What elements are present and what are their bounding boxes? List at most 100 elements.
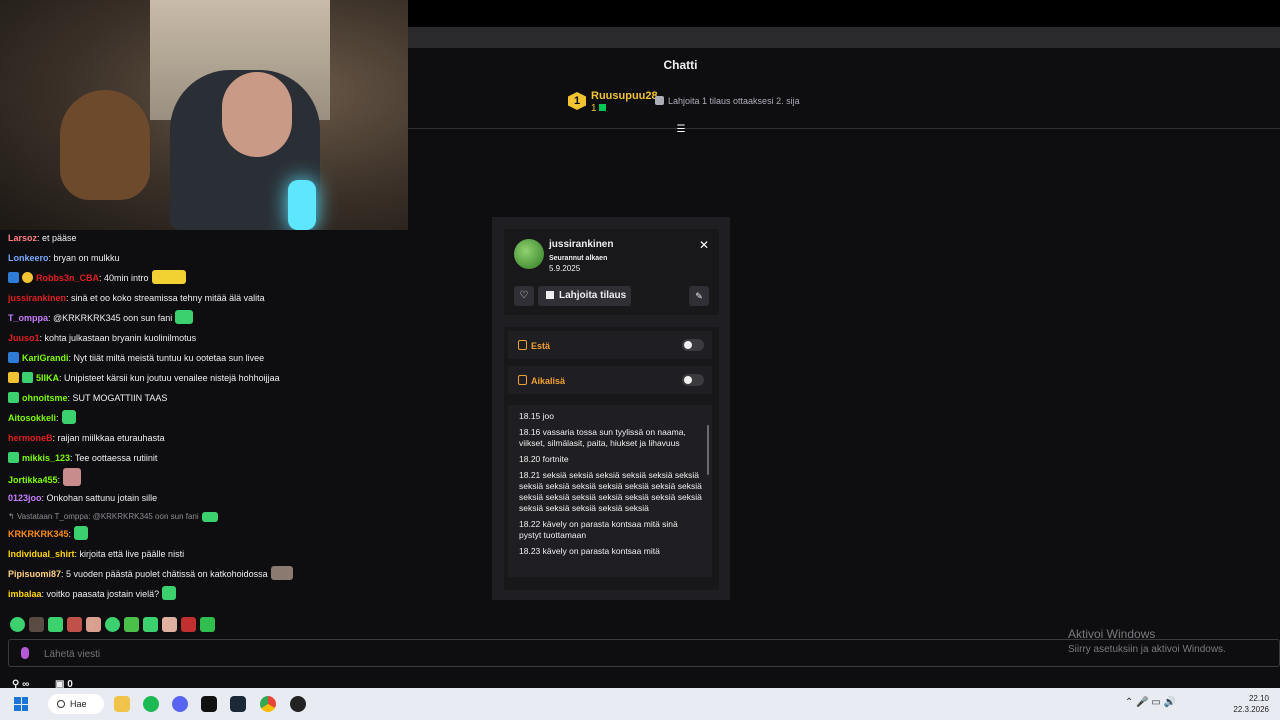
- system-tray[interactable]: ⌃ 🎤 ▭ 🔊: [1125, 697, 1176, 708]
- timeout-toggle[interactable]: [682, 374, 704, 386]
- chat-text: : Unipisteet kärsii kun joutuu venailee …: [59, 373, 280, 383]
- chat-reply-context: ↰ Vastataan T_omppa: @KRKRKRK345 oon sun…: [8, 508, 403, 524]
- chat-text: : kirjoita että live päälle nisti: [74, 549, 185, 559]
- edit-icon[interactable]: ✎: [689, 286, 709, 306]
- chat-text: : voitko paasata jostain vielä?: [41, 589, 160, 599]
- chat-username[interactable]: Lonkeero: [8, 253, 49, 263]
- chat-message[interactable]: Lonkeero: bryan on mulkku: [8, 248, 403, 268]
- chat-username[interactable]: Juuso1: [8, 333, 40, 343]
- chat-text: : Tee oottaessa rutiinit: [70, 453, 158, 463]
- taskbar-search[interactable]: Hae: [48, 694, 104, 714]
- emote-icon[interactable]: [86, 617, 101, 632]
- coin-badge-icon: [22, 272, 33, 283]
- timeout-text: Aikalisä: [531, 376, 566, 386]
- user-card: jussirankinen Seurannut alkaen 5.9.2025 …: [492, 217, 730, 600]
- emote-icon[interactable]: [29, 617, 44, 632]
- close-icon[interactable]: ✕: [699, 238, 709, 252]
- chat-message[interactable]: jussirankinen: sinä et oo koko streamiss…: [8, 288, 403, 308]
- spotify-icon[interactable]: [143, 696, 159, 712]
- chat-username[interactable]: mikkis_123: [22, 453, 70, 463]
- avatar[interactable]: [514, 239, 544, 269]
- pepe-emote-icon: [162, 586, 177, 600]
- chat-text: : Onkohan sattunu jotain sille: [41, 493, 158, 503]
- microphone-icon[interactable]: [21, 647, 29, 659]
- chat-message[interactable]: imbalaa: voitko paasata jostain vielä?: [8, 584, 403, 604]
- chat-message[interactable]: 0123joo: Onkohan sattunu jotain sille: [8, 488, 403, 508]
- follow-label: Seurannut alkaen: [549, 255, 608, 262]
- chat-username[interactable]: Pipisuomi87: [8, 569, 61, 579]
- hourglass-icon: [518, 375, 527, 385]
- emote-icon[interactable]: [181, 617, 196, 632]
- chat-message[interactable]: ohnoitsme: SUT MOGATTIIN TAAS: [8, 388, 403, 408]
- chat-text: : raijan miilkkaa eturauhasta: [52, 433, 165, 443]
- top-bar: [408, 0, 1280, 27]
- leaderboard-user[interactable]: Ruusupuu28: [591, 90, 658, 102]
- chat-message[interactable]: Jortikka455:: [8, 468, 403, 488]
- chat-username[interactable]: KariGrandi: [22, 353, 69, 363]
- emote-icon[interactable]: [162, 617, 177, 632]
- obs-icon[interactable]: [290, 696, 306, 712]
- heart-icon[interactable]: ♡: [514, 286, 534, 306]
- timeout-label: Aikalisä: [518, 375, 565, 386]
- chat-message[interactable]: Individual_shirt: kirjoita että live pää…: [8, 544, 403, 564]
- clock-date: 22.3.2026: [1233, 705, 1269, 714]
- chat-input[interactable]: [42, 645, 446, 663]
- chat-text: : 40min intro: [99, 273, 149, 283]
- chat-message[interactable]: 5IIKA: Unipisteet kärsii kun joutuu vena…: [8, 368, 403, 388]
- header-band: [408, 27, 1280, 48]
- chat-username[interactable]: Larsoz: [8, 233, 37, 243]
- chat-text: : bryan on mulkku: [48, 253, 120, 263]
- chat-message[interactable]: Pipisuomi87: 5 vuoden päästä puolet chät…: [8, 564, 403, 584]
- emote-icon[interactable]: [48, 617, 63, 632]
- chat-username[interactable]: jussirankinen: [8, 293, 66, 303]
- shield-icon: [518, 340, 527, 350]
- chat-message[interactable]: Aitosokkeli:: [8, 408, 403, 428]
- chat-message[interactable]: Juuso1: kohta julkastaan bryanin kuolini…: [8, 328, 403, 348]
- emote-icon[interactable]: [200, 617, 215, 632]
- emote-icon[interactable]: [10, 617, 25, 632]
- chat-username[interactable]: Jortikka455: [8, 475, 58, 485]
- chat-message[interactable]: mikkis_123: Tee oottaessa rutiinit: [8, 448, 403, 468]
- timeout-option[interactable]: Aikalisä: [508, 366, 712, 394]
- clock[interactable]: 22.10 22.3.2026: [1233, 693, 1269, 715]
- scrollbar[interactable]: [707, 425, 709, 475]
- chat-username[interactable]: Individual_shirt: [8, 549, 75, 559]
- block-toggle[interactable]: [682, 339, 704, 351]
- steam-icon[interactable]: [230, 696, 246, 712]
- pepe-emote-icon: [201, 512, 218, 522]
- chat-username[interactable]: KRKRKRK345: [8, 529, 69, 539]
- chat-message[interactable]: Robbs3n_CBA: 40min intro: [8, 268, 403, 288]
- chat-username[interactable]: 0123joo: [8, 493, 42, 503]
- teddy-bear: [60, 90, 150, 200]
- emote-icon[interactable]: [143, 617, 158, 632]
- chat-username[interactable]: Aitosokkeli: [8, 413, 56, 423]
- chat-username[interactable]: imbalaa: [8, 589, 42, 599]
- chat-text: : et pääse: [37, 233, 77, 243]
- emote-icon[interactable]: [105, 617, 120, 632]
- block-option[interactable]: Estä: [508, 331, 712, 359]
- chat-message[interactable]: hermoneB: raijan miilkkaa eturauhasta: [8, 428, 403, 448]
- chat-text: :: [56, 413, 59, 423]
- chat-username[interactable]: ohnoitsme: [22, 393, 68, 403]
- file-explorer-icon[interactable]: [114, 696, 130, 712]
- chat-message[interactable]: Larsoz: et pääse: [8, 228, 403, 248]
- chat-username[interactable]: T_omppa: [8, 313, 48, 323]
- windows-start-icon[interactable]: [14, 697, 28, 711]
- chat-message[interactable]: KariGrandi: Nyt tiiät miltä meistä tuntu…: [8, 348, 403, 368]
- xbox-icon[interactable]: [201, 696, 217, 712]
- pepe-badge-icon: [8, 392, 19, 403]
- chrome-icon[interactable]: [260, 696, 276, 712]
- emote-icon[interactable]: [124, 617, 139, 632]
- gift-sub-button[interactable]: Lahjoita tilaus: [538, 286, 631, 306]
- chat-username[interactable]: Robbs3n_CBA: [36, 273, 99, 283]
- filter-icon[interactable]: ☰: [675, 124, 687, 136]
- user-message-log[interactable]: 18.15 joo 18.16 vassaria tossa sun tyyli…: [508, 405, 712, 577]
- emote-icon[interactable]: [67, 617, 82, 632]
- chat-message[interactable]: KRKRKRK345:: [8, 524, 403, 544]
- chat-title: Chatti: [663, 58, 698, 72]
- chat-message[interactable]: T_omppa: @KRKRKRK345 oon sun fani: [8, 308, 403, 328]
- discord-icon[interactable]: [172, 696, 188, 712]
- user-card-username[interactable]: jussirankinen: [549, 239, 613, 250]
- chat-username[interactable]: 5IIKA: [36, 373, 59, 383]
- chat-username[interactable]: hermoneB: [8, 433, 53, 443]
